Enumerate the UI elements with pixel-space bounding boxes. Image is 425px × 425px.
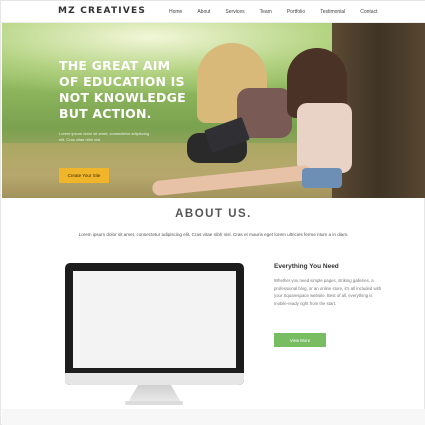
page: MZ CREATIVES Home About Services Team Po… [0, 0, 425, 425]
about-subtitle: Lorem ipsum dolor sit amet, consectetur … [78, 232, 349, 237]
nav-home[interactable]: Home [169, 9, 182, 15]
main-nav: Home About Services Team Portfolio Testi… [169, 9, 392, 15]
hero-title: THE GREAT AIM OF EDUCATION IS NOT KNOWLE… [59, 58, 186, 121]
hero-text: Lorem ipsum dolor sit amet, consectetur … [59, 131, 150, 142]
monitor-screen [73, 271, 236, 368]
monitor-stand-base [125, 401, 183, 405]
hero-person-top [297, 103, 352, 173]
monitor-image [65, 263, 244, 385]
nav-testimonial[interactable]: Testimonial [320, 9, 345, 15]
view-more-button[interactable]: View More [274, 333, 326, 347]
nav-about[interactable]: About [197, 9, 210, 15]
site-logo[interactable]: MZ CREATIVES [58, 6, 146, 16]
nav-contact[interactable]: Contact [360, 9, 377, 15]
site-header: MZ CREATIVES Home About Services Team Po… [1, 1, 425, 23]
nav-services[interactable]: Services [225, 9, 244, 15]
feature-text: Whether you need simple pages, striking … [274, 278, 382, 306]
nav-portfolio[interactable]: Portfolio [287, 9, 305, 15]
nav-team[interactable]: Team [260, 9, 272, 15]
about-title: ABOUT US. [175, 208, 252, 220]
monitor-chin [65, 373, 244, 385]
feature-title: Everything You Need [274, 263, 339, 270]
create-site-button[interactable]: Create Your Site [59, 168, 109, 183]
hero-banner: THE GREAT AIM OF EDUCATION IS NOT KNOWLE… [2, 23, 425, 198]
footer-strip [2, 409, 425, 425]
hero-person-shorts [302, 168, 342, 188]
